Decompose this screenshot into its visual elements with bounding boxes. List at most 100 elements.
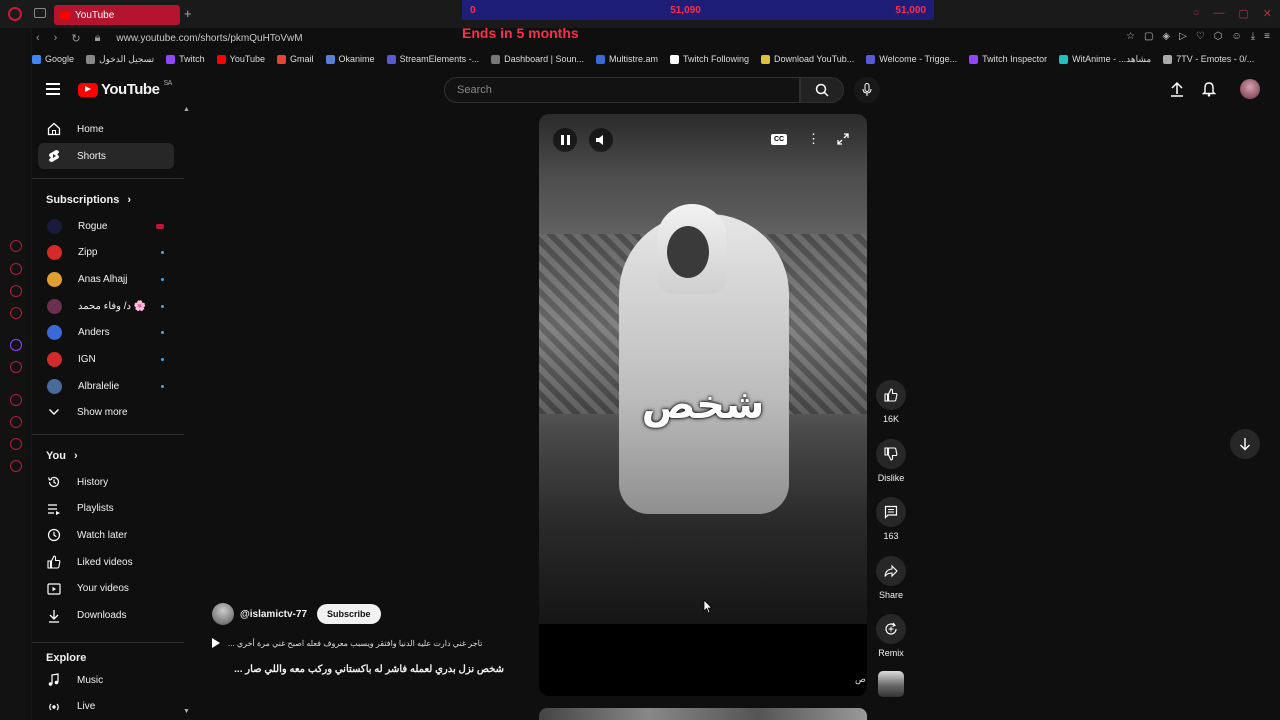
sidebar-item-subscription[interactable]: Albralelie [38,373,174,399]
sidebar-item-your-videos[interactable]: Your videos [38,576,174,602]
settings-rail-icon[interactable] [10,460,22,472]
next-short-preview[interactable] [539,708,867,720]
sidebar-item-subscription[interactable]: IGN [38,347,174,373]
rail-icon[interactable] [10,416,22,428]
bookmark-item[interactable]: 7TV - Emotes - 0/... [1163,54,1254,64]
channel-handle[interactable]: @islamictv-77 [240,609,307,620]
bookmark-item[interactable]: تسجيل الدخول [86,54,154,65]
search-input[interactable]: Search [444,77,800,103]
pause-button[interactable] [553,128,577,152]
sidebar-item-shorts[interactable]: Shorts [38,143,174,169]
like-button[interactable]: 16K [870,380,912,424]
heart-icon[interactable]: ♡ [1196,31,1205,42]
bookmark-icon[interactable]: ☆ [1126,31,1135,42]
video-caption: شخص [641,382,765,428]
profile-icon[interactable]: ☺ [1232,31,1242,42]
url-field[interactable]: www.youtube.com/shorts/pkmQuHToVwM [116,33,302,44]
notifications-button[interactable] [1201,81,1217,102]
browser-logo-icon[interactable] [8,7,22,21]
you-heading[interactable]: You › [46,450,78,462]
sidebar-item-label: History [77,476,109,488]
sidebar-item-subscription[interactable]: Anas Alhajj [38,266,174,292]
sidebar-item-history[interactable]: History [38,469,174,495]
bookmark-item[interactable]: Multistre.am [595,54,658,64]
show-more-button[interactable]: Show more [38,399,174,425]
sidebar-item-music[interactable]: Music [38,667,174,693]
fullscreen-button[interactable] [837,132,849,150]
sidebar-item-watch-later[interactable]: Watch later [38,522,174,548]
bookmark-item[interactable]: Google [32,54,74,64]
reload-icon[interactable]: ↻ [71,32,80,45]
rail-icon[interactable] [10,438,22,450]
rail-icon[interactable] [10,394,22,406]
bookmark-item[interactable]: Twitch [166,54,205,64]
bookmark-item[interactable]: Welcome - Trigge... [866,54,957,64]
close-window-button[interactable]: ✕ [1263,7,1272,20]
sidebar-item-liked-videos[interactable]: Liked videos [38,549,174,575]
sidebar-item-subscription[interactable]: Anders [38,320,174,346]
extensions-icon[interactable]: ⬡ [1214,31,1223,42]
search-placeholder: Search [457,84,492,96]
rail-icon[interactable] [10,285,22,297]
search-tabs-icon[interactable]: ○ [1193,7,1200,20]
volume-button[interactable] [589,128,613,152]
share-button[interactable]: Share [870,556,912,600]
bookmark-item[interactable]: WitAnime - ...مشاهد [1059,54,1151,65]
music-row[interactable]: ... تاجر غني دارت عليه الدنيا وافتقر ويس… [212,638,504,648]
player-icon[interactable]: ▷ [1179,31,1187,42]
bookmark-item[interactable]: Okanime [325,54,375,64]
minimize-button[interactable]: — [1213,7,1224,20]
sidebar-item-subscription[interactable]: Rogue [38,213,174,239]
bookmark-item[interactable]: Download YouTub... [761,54,854,64]
search-button[interactable] [800,77,844,103]
guide-menu-icon[interactable] [46,83,60,95]
workspaces-icon[interactable] [34,8,46,18]
account-avatar[interactable] [1240,79,1260,99]
rail-icon[interactable] [10,361,22,373]
next-short-button[interactable] [1230,429,1260,459]
rail-icon[interactable] [10,307,22,319]
sidebar-item-playlists[interactable]: Playlists [38,496,174,522]
country-code: SA [163,80,172,87]
new-tab-button[interactable]: + [184,6,192,21]
bookmark-item[interactable]: StreamElements -... [386,54,479,64]
sound-thumbnail[interactable] [878,671,904,697]
sidebar-scroll-down-arrow[interactable]: ▼ [183,708,190,715]
subscriptions-heading[interactable]: Subscriptions › [46,194,131,206]
download-icon[interactable]: ⤓ [1251,31,1255,42]
bookmark-item[interactable]: Twitch Inspector [969,54,1047,64]
dislike-button[interactable]: Dislike [870,439,912,483]
sidebar-item-subscription[interactable]: Zipp [38,240,174,266]
menu-icon[interactable]: ≡ [1264,31,1270,42]
bookmark-item[interactable]: Twitch Following [670,54,749,64]
maximize-button[interactable]: ▢ [1238,7,1248,20]
more-options-icon[interactable]: ⋮ [807,132,820,145]
bookmark-item[interactable]: Dashboard | Soun... [491,54,584,64]
tab-youtube[interactable]: YouTube [54,5,180,25]
bookmark-item[interactable]: YouTube [216,54,265,64]
snapshot-icon[interactable]: ▢ [1144,31,1153,42]
youtube-logo[interactable]: YouTube SA [78,80,172,98]
subscribe-button[interactable]: Subscribe [317,604,381,624]
sidebar-item-downloads[interactable]: Downloads [38,603,174,629]
captions-button[interactable]: CC [771,134,787,145]
sidebar-item-home[interactable]: Home [38,116,174,142]
remix-button[interactable]: Remix [870,614,912,658]
short-title[interactable]: شخص نزل بدري لعمله فاشر له باكستاني وركب… [212,664,504,675]
video-frame[interactable]: شخص [539,114,867,624]
voice-search-button[interactable] [854,77,880,103]
channel-avatar[interactable] [212,603,234,625]
sidebar-item-subscription[interactable]: د/ وفاء محمد 🌸 [38,293,174,319]
forward-icon[interactable]: › [54,32,58,44]
bookmark-item[interactable]: Gmail [277,54,314,64]
comments-button[interactable]: 163 [870,497,912,541]
rail-icon[interactable] [10,263,22,275]
rail-icon[interactable] [10,240,22,252]
sidebar-item-live[interactable]: Live [38,694,174,720]
back-icon[interactable]: ‹ [36,32,40,44]
sidebar-scroll-up-arrow[interactable]: ▲ [183,106,190,113]
vpn-shield-icon[interactable]: ◈ [1162,31,1170,42]
create-button[interactable] [1170,81,1184,102]
twitch-rail-icon[interactable] [10,339,22,351]
youtube-play-icon [78,82,98,97]
